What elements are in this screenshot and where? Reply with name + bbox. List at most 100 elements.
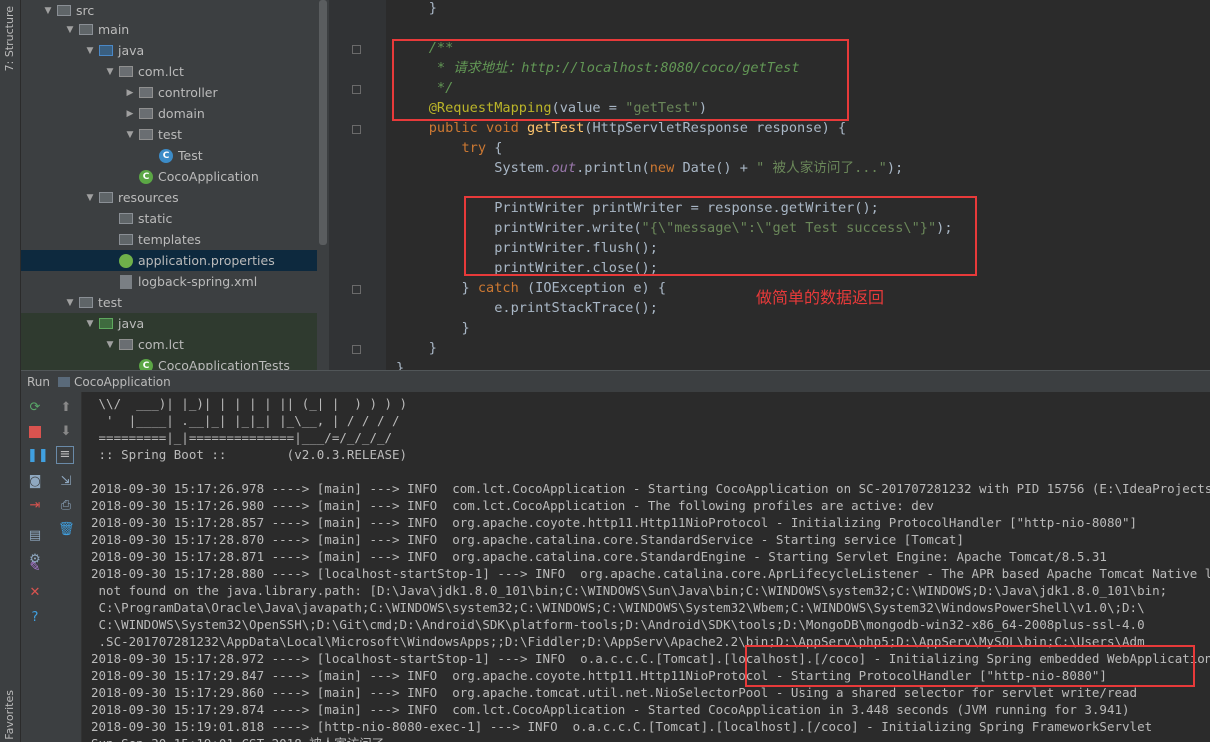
console-line: C:\WINDOWS\System32\OpenSSH\;D:\Git\cmd;… [91, 617, 1145, 632]
tree-item-label: CocoApplicationTests [158, 358, 290, 370]
fold-marker[interactable] [352, 45, 361, 54]
console-line: 2018-09-30 15:17:26.980 ----> [main] ---… [91, 498, 934, 513]
console-line: not found on the java.library.path: [D:\… [91, 583, 1168, 598]
package-icon [119, 339, 133, 350]
code-line: public void getTest(HttpServletResponse … [428, 120, 847, 136]
tree-item-label: templates [138, 232, 201, 247]
tree-item-label: Test [178, 148, 203, 163]
tree-item[interactable]: C CocoApplication [21, 166, 317, 187]
clear-all-icon[interactable]: 🗑 [58, 522, 75, 538]
layout-icon[interactable]: ▤ [27, 528, 43, 544]
print-icon[interactable]: ⎙ [58, 498, 74, 514]
console-line: 2018-09-30 15:17:28.871 ----> [main] ---… [91, 549, 1107, 564]
console-line: Sun Sep 30 15:19:01 CST 2018 被人家访问了... [91, 735, 407, 742]
tree-item[interactable]: C Test [21, 145, 317, 166]
tree-item-label: test [98, 295, 123, 310]
console-highlight-box [745, 645, 1195, 687]
chevron-down-icon[interactable]: ▼ [104, 67, 116, 77]
tree-item-label: resources [118, 190, 179, 205]
console-line: 2018-09-30 15:19:01.818 ----> [http-nio-… [91, 719, 1153, 734]
dump-threads-icon[interactable]: ◙ [27, 474, 43, 490]
tree-item[interactable]: static [21, 208, 317, 229]
chevron-down-icon[interactable]: ▼ [84, 319, 96, 329]
code-line: } catch (IOException e) { [396, 280, 667, 296]
source-folder-icon [99, 45, 113, 56]
fold-marker[interactable] [352, 85, 361, 94]
fold-marker[interactable] [352, 125, 361, 134]
tree-item-label: CocoApplication [158, 169, 259, 184]
run-toolbar-primary: ⟳ ❚❚ ◙ ⇥ ▤ ⚙ ✎ ✕ ? [21, 392, 49, 742]
code-highlight-box [464, 196, 977, 276]
chevron-down-icon[interactable]: ▼ [64, 298, 76, 308]
run-label: Run [27, 374, 51, 389]
console-line: \\/ ___)| |_)| | | | | || (_| | ) ) ) ) [91, 396, 408, 411]
chevron-down-icon[interactable]: ▼ [124, 130, 136, 140]
tree-item[interactable]: ▼ com.lct [21, 334, 317, 355]
code-line: try { [461, 140, 503, 156]
rerun-icon[interactable]: ⟳ [27, 400, 43, 416]
tree-item-label: java [118, 43, 145, 58]
tree-item[interactable]: ▼ com.lct [21, 61, 317, 82]
pause-icon[interactable]: ❚❚ [27, 448, 49, 464]
chevron-down-icon[interactable]: ▼ [84, 46, 96, 56]
tree-item[interactable]: C CocoApplicationTests [21, 355, 317, 370]
chevron-down-icon[interactable]: ▼ [104, 340, 116, 350]
tree-item[interactable]: application.properties [21, 250, 317, 271]
help-icon[interactable]: ? [27, 610, 43, 626]
structure-tab[interactable]: 7: Structure [3, 6, 16, 71]
tree-item[interactable]: templates [21, 229, 317, 250]
favorites-tab[interactable]: Favorites [3, 690, 16, 740]
folder-icon [119, 234, 133, 245]
scroll-up-icon[interactable]: ⬆ [58, 400, 74, 416]
annotation-text: 做简单的数据返回 [756, 288, 885, 307]
code-editor[interactable]: } /** * 请求地址：http://localhost:8080/coco/… [386, 0, 1210, 370]
tree-item[interactable]: logback-spring.xml [21, 271, 317, 292]
xml-file-icon [120, 274, 132, 289]
chevron-down-icon[interactable]: ▼ [64, 25, 76, 35]
package-icon [139, 108, 153, 119]
tree-item-label: application.properties [138, 253, 275, 268]
package-icon [119, 66, 133, 77]
fold-marker[interactable] [352, 345, 361, 354]
tree-item-label: test [158, 127, 183, 142]
tree-item[interactable]: ▶ domain [21, 103, 317, 124]
chevron-down-icon[interactable]: ▼ [42, 6, 54, 16]
run-config-icon [58, 376, 71, 387]
pin-icon[interactable]: ✎ [27, 560, 43, 576]
fold-marker[interactable] [352, 285, 361, 294]
chevron-down-icon[interactable]: ▼ [84, 193, 96, 203]
tree-item[interactable]: ▼ java [21, 40, 317, 61]
project-tree: ▼ src ▼ main ▼ java ▼ com.lct ▶ controller ▶ domain… [21, 0, 317, 370]
tree-item-label: com.lct [138, 337, 184, 352]
console-output[interactable]: \\/ ___)| |_)| | | | | || (_| | ) ) ) ) … [82, 392, 1210, 742]
tree-item[interactable]: ▶ controller [21, 82, 317, 103]
tree-scrollbar[interactable] [317, 0, 329, 370]
code-line: } [396, 0, 437, 16]
editor-gutter [329, 0, 386, 370]
console-line: 2018-09-30 15:17:29.874 ----> [main] ---… [91, 702, 1130, 717]
tree-item[interactable]: ▼ main [21, 19, 317, 40]
tree-item[interactable]: ▼ test [21, 124, 317, 145]
package-icon [139, 87, 153, 98]
scroll-to-end-icon[interactable]: ⇲ [58, 474, 74, 490]
exit-icon[interactable]: ⇥ [27, 498, 43, 514]
scroll-down-icon[interactable]: ⬇ [58, 424, 74, 440]
code-line: } [396, 360, 405, 370]
tree-scrollbar-thumb[interactable] [319, 0, 327, 245]
run-config-tab[interactable]: CocoApplication [74, 375, 171, 389]
soft-wrap-icon[interactable]: ≡ [56, 446, 74, 464]
chevron-right-icon[interactable]: ▶ [124, 88, 136, 98]
folder-icon [79, 297, 93, 308]
tree-item[interactable]: ▼ java [21, 313, 317, 334]
tree-item-label: src [76, 3, 95, 18]
close-icon[interactable]: ✕ [27, 585, 43, 601]
tree-item[interactable]: ▼ test [21, 292, 317, 313]
tree-item[interactable]: ▼ resources [21, 187, 317, 208]
tree-item-label: java [118, 316, 145, 331]
console-line: C:\ProgramData\Oracle\Java\javapath;C:\W… [91, 600, 1145, 615]
stop-icon[interactable] [27, 424, 43, 440]
console-line: 2018-09-30 15:17:26.978 ----> [main] ---… [91, 481, 1210, 496]
tree-item[interactable]: ▼ src [21, 0, 317, 21]
chevron-right-icon[interactable]: ▶ [124, 109, 136, 119]
run-panel-header: Run CocoApplication [21, 370, 1210, 392]
